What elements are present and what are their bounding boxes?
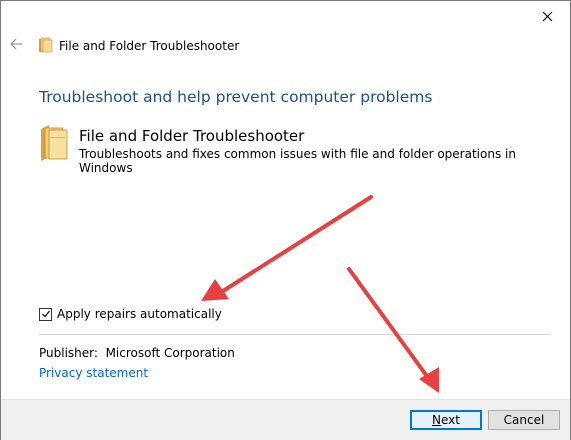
folder-icon [39,37,53,53]
apply-repairs-option[interactable]: Apply repairs automatically [39,307,222,321]
divider [39,334,551,335]
troubleshooter-name: File and Folder Troubleshooter [79,127,305,145]
cancel-button[interactable]: Cancel [488,410,560,430]
close-button[interactable] [532,5,562,27]
troubleshooter-window: File and Folder Troubleshooter Troublesh… [0,0,571,440]
publisher-label: Publisher: [39,346,98,360]
back-arrow-icon[interactable] [9,37,23,51]
button-bar: Next Cancel [1,399,570,440]
folder-icon-large [41,125,68,161]
window-title: File and Folder Troubleshooter [59,39,240,53]
close-icon [542,11,552,21]
privacy-statement-link[interactable]: Privacy statement [39,366,148,380]
next-button[interactable]: Next [410,410,482,430]
checkmark-icon [41,310,50,318]
troubleshooter-description: Troubleshoots and fixes common issues wi… [79,147,516,175]
annotation-arrow-to-checkbox [201,195,373,301]
next-button-label: ext [441,413,460,427]
page-heading: Troubleshoot and help prevent computer p… [39,88,433,106]
publisher-info: Publisher: Microsoft Corporation [39,346,235,360]
annotation-arrow-to-next [347,267,439,393]
next-button-accesskey: N [432,413,441,427]
apply-repairs-checkbox[interactable] [39,307,52,321]
apply-repairs-label: Apply repairs automatically [57,307,222,321]
publisher-value: Microsoft Corporation [105,346,235,360]
